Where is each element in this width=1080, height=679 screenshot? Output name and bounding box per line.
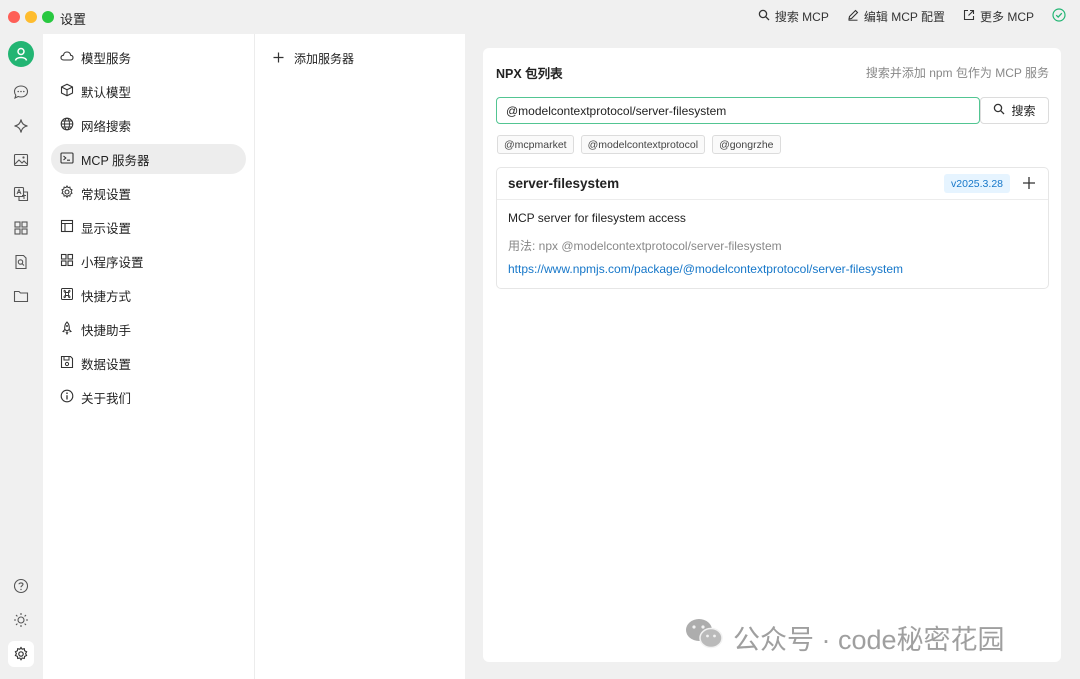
- grid-icon: [60, 253, 74, 270]
- npx-package-card: NPX 包列表 搜索并添加 npm 包作为 MCP 服务 搜索 @mcpmark…: [483, 48, 1061, 662]
- nav-item-label: MCP 服务器: [81, 153, 150, 168]
- nav-item-about-us[interactable]: 关于我们: [51, 382, 246, 412]
- window-title: 设置: [60, 12, 87, 27]
- settings-sidebar: 模型服务 默认模型 网络搜索 MCP 服务器 常规设置 显示设置 小程序设置 快…: [43, 34, 255, 679]
- nav-item-display-settings[interactable]: 显示设置: [51, 212, 246, 242]
- image-icon[interactable]: [10, 149, 32, 171]
- nav-item-label: 网络搜索: [81, 119, 132, 134]
- title-bar: 设置 搜索 MCP 编辑 MCP 配置 更多 MCP: [0, 0, 1080, 34]
- nav-item-data-settings[interactable]: 数据设置: [51, 348, 246, 378]
- server-list: 添加服务器: [255, 34, 465, 679]
- help-icon[interactable]: [10, 575, 32, 597]
- edit-icon: [847, 9, 859, 24]
- edit-mcp-config-button[interactable]: 编辑 MCP 配置: [847, 8, 945, 25]
- more-mcp-button[interactable]: 更多 MCP: [963, 8, 1034, 25]
- package-name: server-filesystem: [508, 176, 620, 191]
- chat-icon[interactable]: [10, 81, 32, 103]
- search-button-label: 搜索: [1011, 104, 1036, 118]
- watermark: 公众号 · code秘密花园: [683, 616, 1005, 659]
- nav-item-label: 模型服务: [81, 51, 132, 66]
- knowledge-icon[interactable]: [10, 251, 32, 273]
- nav-item-label: 快捷助手: [81, 323, 132, 338]
- info-icon: [60, 389, 74, 406]
- translate-icon[interactable]: [10, 183, 32, 205]
- nav-item-quick-assistant[interactable]: 快捷助手: [51, 314, 246, 344]
- settings-icon[interactable]: [8, 641, 34, 667]
- nav-item-model-service[interactable]: 模型服务: [51, 42, 246, 72]
- scope-tags: @mcpmarket @modelcontextprotocol @gongrz…: [497, 135, 781, 154]
- theme-icon[interactable]: [10, 609, 32, 631]
- check-circle-icon[interactable]: [1052, 8, 1066, 25]
- nav-item-label: 关于我们: [81, 391, 132, 406]
- edit-mcp-config-label: 编辑 MCP 配置: [863, 10, 945, 24]
- icon-rail: [0, 34, 43, 679]
- cloud-icon: [60, 49, 74, 66]
- plus-icon: [273, 52, 284, 66]
- cube-icon: [60, 83, 74, 100]
- version-badge: v2025.3.28: [944, 174, 1010, 193]
- save-icon: [60, 355, 74, 372]
- nav-item-web-search[interactable]: 网络搜索: [51, 110, 246, 140]
- avatar[interactable]: [8, 41, 34, 67]
- nav-item-shortcuts[interactable]: 快捷方式: [51, 280, 246, 310]
- nav-item-miniapp-settings[interactable]: 小程序设置: [51, 246, 246, 276]
- nav-item-label: 数据设置: [81, 357, 132, 372]
- gear-icon: [60, 184, 74, 202]
- nav-item-label: 快捷方式: [81, 289, 132, 304]
- top-actions: 搜索 MCP 编辑 MCP 配置 更多 MCP: [758, 8, 1066, 25]
- search-button[interactable]: 搜索: [980, 97, 1049, 124]
- rocket-icon: [60, 320, 74, 338]
- nav-item-label: 常规设置: [81, 187, 132, 202]
- apps-icon[interactable]: [10, 217, 32, 239]
- minimize-window-button[interactable]: [25, 11, 37, 23]
- globe-icon: [60, 117, 74, 134]
- external-link-icon: [963, 9, 975, 24]
- package-usage: 用法: npx @modelcontextprotocol/server-fil…: [508, 239, 782, 253]
- watermark-text: 公众号 · code秘密花园: [733, 625, 1005, 655]
- nav-item-label: 默认模型: [81, 85, 132, 100]
- layout-icon: [60, 219, 74, 236]
- nav-item-mcp-servers[interactable]: MCP 服务器: [51, 144, 246, 174]
- search-mcp-button[interactable]: 搜索 MCP: [758, 8, 829, 25]
- nav-item-general-settings[interactable]: 常规设置: [51, 178, 246, 208]
- terminal-icon: [60, 151, 74, 168]
- add-package-button[interactable]: [1022, 176, 1036, 190]
- panel-title: NPX 包列表: [496, 67, 563, 81]
- nav-item-label: 显示设置: [81, 221, 132, 236]
- wechat-icon: [683, 616, 725, 659]
- folder-icon[interactable]: [10, 285, 32, 307]
- command-icon: [60, 287, 74, 304]
- sparkle-icon[interactable]: [10, 115, 32, 137]
- close-window-button[interactable]: [8, 11, 20, 23]
- more-mcp-label: 更多 MCP: [979, 10, 1034, 24]
- search-icon: [993, 103, 1005, 118]
- maximize-window-button[interactable]: [42, 11, 54, 23]
- tag-mcpmarket[interactable]: @mcpmarket: [497, 135, 574, 154]
- nav-item-default-model[interactable]: 默认模型: [51, 76, 246, 106]
- add-server-label: 添加服务器: [294, 52, 355, 66]
- search-mcp-label: 搜索 MCP: [774, 10, 829, 24]
- add-server-button[interactable]: 添加服务器: [273, 50, 354, 67]
- tag-modelcontextprotocol[interactable]: @modelcontextprotocol: [580, 135, 706, 154]
- search-icon: [758, 9, 770, 24]
- package-link[interactable]: https://www.npmjs.com/package/@modelcont…: [508, 262, 903, 276]
- package-result: server-filesystem v2025.3.28 MCP server …: [496, 167, 1049, 289]
- nav-item-label: 小程序设置: [81, 255, 144, 270]
- package-header: server-filesystem v2025.3.28: [497, 168, 1048, 200]
- package-search-input[interactable]: [496, 97, 980, 124]
- panel-hint: 搜索并添加 npm 包作为 MCP 服务: [865, 66, 1049, 80]
- package-description: MCP server for filesystem access: [508, 211, 686, 225]
- tag-gongrzhe[interactable]: @gongrzhe: [712, 135, 781, 154]
- main-panel: NPX 包列表 搜索并添加 npm 包作为 MCP 服务 搜索 @mcpmark…: [466, 34, 1080, 679]
